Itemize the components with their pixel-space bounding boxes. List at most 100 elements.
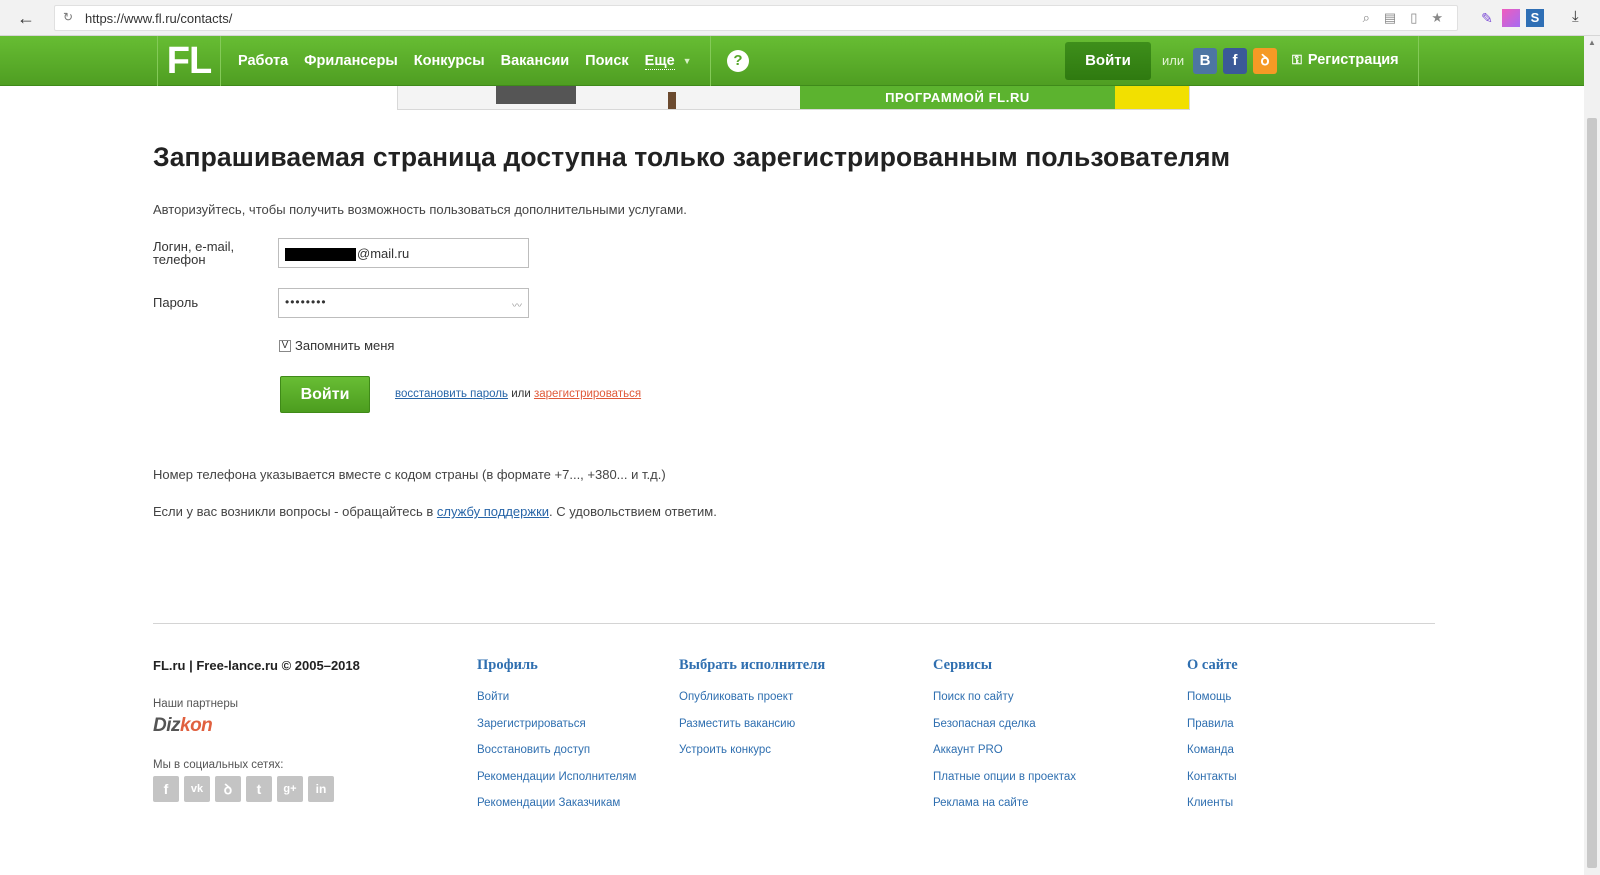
odnoklassniki-login-icon[interactable]: ꝺ	[1253, 48, 1277, 74]
footer-divider	[153, 623, 1435, 624]
intro-text: Авторизуйтесь, чтобы получить возможност…	[153, 202, 687, 217]
nav-link-freelancers[interactable]: Фрилансеры	[304, 53, 398, 69]
chevron-down-icon[interactable]: ▼	[683, 56, 692, 66]
vk-icon[interactable]: vk	[184, 776, 210, 802]
nav-link-more[interactable]: Еще	[644, 53, 675, 70]
footer-column-profile: Профиль Войти Зарегистрироваться Восстан…	[477, 657, 636, 823]
footer-link-advertising[interactable]: Реклама на сайте	[933, 796, 1076, 823]
twitter-icon[interactable]: t	[246, 776, 272, 802]
vk-login-icon[interactable]: B	[1193, 48, 1217, 74]
gradient-extension-icon[interactable]	[1502, 9, 1520, 27]
nav-link-vacancies[interactable]: Вакансии	[501, 53, 570, 69]
zoom-icon[interactable]: ⌕	[1363, 10, 1370, 26]
nav-link-work[interactable]: Работа	[238, 53, 288, 69]
footer-column-title: Сервисы	[933, 657, 993, 673]
footer-link-client-tips[interactable]: Рекомендации Заказчикам	[477, 796, 636, 823]
bookmark-star-icon[interactable]: ★	[1431, 10, 1443, 26]
recover-register-line: восстановить пароль или зарегистрировать…	[395, 388, 641, 400]
remember-me-label: Запомнить меня	[295, 338, 395, 353]
scroll-up-arrow-icon[interactable]: ▲	[1588, 38, 1596, 47]
footer-link-rules[interactable]: Правила	[1187, 717, 1238, 744]
password-input[interactable]: •••••••• 〰	[278, 288, 529, 318]
s-extension-icon[interactable]: S	[1526, 9, 1544, 27]
footer-link-safe-deal[interactable]: Безопасная сделка	[933, 717, 1076, 744]
footer-column-choose-freelancer: Выбрать исполнителя Опубликовать проект …	[679, 657, 825, 770]
nav-link-search[interactable]: Поиск	[585, 53, 629, 69]
social-networks-label: Мы в социальных сетях:	[153, 759, 284, 771]
support-link[interactable]: службу поддержки	[437, 504, 549, 519]
google-plus-icon[interactable]: g+	[277, 776, 303, 802]
page-title: Запрашиваемая страница доступна только з…	[153, 142, 1231, 172]
nav-divider	[710, 36, 711, 86]
remember-me-checkbox[interactable]: V Запомнить меня	[279, 338, 394, 353]
logo-part-b: kon	[180, 715, 213, 736]
footer-link-register[interactable]: Зарегистрироваться	[477, 717, 636, 744]
register-inline-link[interactable]: зарегистрироваться	[534, 388, 641, 400]
footer-link-site-search[interactable]: Поиск по сайту	[933, 690, 1076, 717]
translate-icon[interactable]: ▤	[1384, 10, 1396, 26]
download-icon[interactable]: ⤓	[1572, 8, 1579, 25]
show-password-eye-icon[interactable]: 〰	[512, 297, 522, 312]
linkedin-icon[interactable]: in	[308, 776, 334, 802]
login-input-value: @mail.ru	[357, 246, 410, 261]
fl-logo[interactable]: FL	[157, 36, 221, 86]
footer-link-paid-options[interactable]: Платные опции в проектах	[933, 770, 1076, 797]
footer-copyright: FL.ru | Free-lance.ru © 2005–2018	[153, 658, 360, 673]
nav-or-text: или	[1162, 53, 1185, 68]
page-scrollbar[interactable]: ▲	[1584, 36, 1600, 875]
nav-link-contests[interactable]: Конкурсы	[414, 53, 485, 69]
facebook-login-icon[interactable]: f	[1223, 48, 1247, 74]
footer-column-services: Сервисы Поиск по сайту Безопасная сделка…	[933, 657, 1076, 823]
address-bar[interactable]: ↻ https://www.fl.ru/contacts/ ⌕ ▤ ▯ ★	[54, 5, 1458, 31]
browser-toolbar: ← ↻ https://www.fl.ru/contacts/ ⌕ ▤ ▯ ★ …	[0, 0, 1600, 36]
footer-link-restore-access[interactable]: Восстановить доступ	[477, 743, 636, 770]
recover-password-link[interactable]: восстановить пароль	[395, 388, 508, 400]
banner-text: ПРОГРАММОЙ FL.RU	[800, 86, 1115, 109]
reader-icon[interactable]: ▯	[1410, 10, 1417, 26]
dizkon-partner-logo[interactable]: Dizkon	[153, 715, 213, 737]
address-bar-icons: ⌕ ▤ ▯ ★	[1363, 10, 1443, 26]
login-field-label: Логин, e-mail, телефон	[153, 239, 235, 267]
extension-icons: ✎ S	[1478, 9, 1544, 27]
top-navigation: FL Работа Фрилансеры Конкурсы Вакансии П…	[0, 36, 1584, 86]
footer-link-publish-project[interactable]: Опубликовать проект	[679, 690, 825, 717]
footer-link-pro-account[interactable]: Аккаунт PRO	[933, 743, 1076, 770]
footer-link-post-vacancy[interactable]: Разместить вакансию	[679, 717, 825, 744]
help-icon[interactable]: ?	[727, 50, 749, 72]
footer-link-start-contest[interactable]: Устроить конкурс	[679, 743, 825, 770]
footer-link-clients[interactable]: Клиенты	[1187, 796, 1238, 823]
reload-icon[interactable]: ↻	[63, 10, 73, 24]
checkbox-icon[interactable]: V	[279, 339, 291, 352]
footer-link-contacts[interactable]: Контакты	[1187, 770, 1238, 797]
footer-column-title: О сайте	[1187, 657, 1238, 673]
banner-shape-dark	[496, 86, 576, 104]
promo-banner[interactable]: ПРОГРАММОЙ FL.RU	[397, 86, 1190, 110]
register-link[interactable]: ⚿ Регистрация	[1292, 52, 1399, 68]
footer-column-title: Профиль	[477, 657, 538, 673]
footer-social-icons: f vk ꝺ t g+ in	[153, 776, 334, 802]
banner-yellow-block	[1115, 86, 1189, 109]
footer-link-team[interactable]: Команда	[1187, 743, 1238, 770]
banner-shape-brown	[668, 92, 676, 109]
nav-divider-right	[1418, 36, 1419, 86]
back-arrow-icon[interactable]: ←	[14, 7, 38, 29]
scroll-thumb[interactable]	[1587, 118, 1597, 868]
password-field-label: Пароль	[153, 295, 199, 310]
register-link-label: Регистрация	[1307, 52, 1399, 68]
nav-links: Работа Фрилансеры Конкурсы Вакансии Поис…	[238, 36, 692, 86]
password-input-value: ••••••••	[285, 295, 327, 309]
footer-link-help[interactable]: Помощь	[1187, 690, 1238, 717]
redacted-block	[285, 248, 356, 261]
support-suffix: . С удовольствием ответим.	[549, 504, 717, 519]
banner-image	[398, 86, 800, 109]
odnoklassniki-icon[interactable]: ꝺ	[215, 776, 241, 802]
footer-link-login[interactable]: Войти	[477, 690, 636, 717]
login-input[interactable]: @mail.ru	[278, 238, 529, 268]
facebook-icon[interactable]: f	[153, 776, 179, 802]
footer-link-freelancer-tips[interactable]: Рекомендации Исполнителям	[477, 770, 636, 797]
login-submit-button[interactable]: Войти	[280, 376, 370, 413]
nav-login-button[interactable]: Войти	[1065, 42, 1151, 80]
url-text[interactable]: https://www.fl.ru/contacts/	[85, 11, 232, 26]
footer-column-title: Выбрать исполнителя	[679, 657, 826, 673]
pen-extension-icon[interactable]: ✎	[1478, 9, 1496, 27]
